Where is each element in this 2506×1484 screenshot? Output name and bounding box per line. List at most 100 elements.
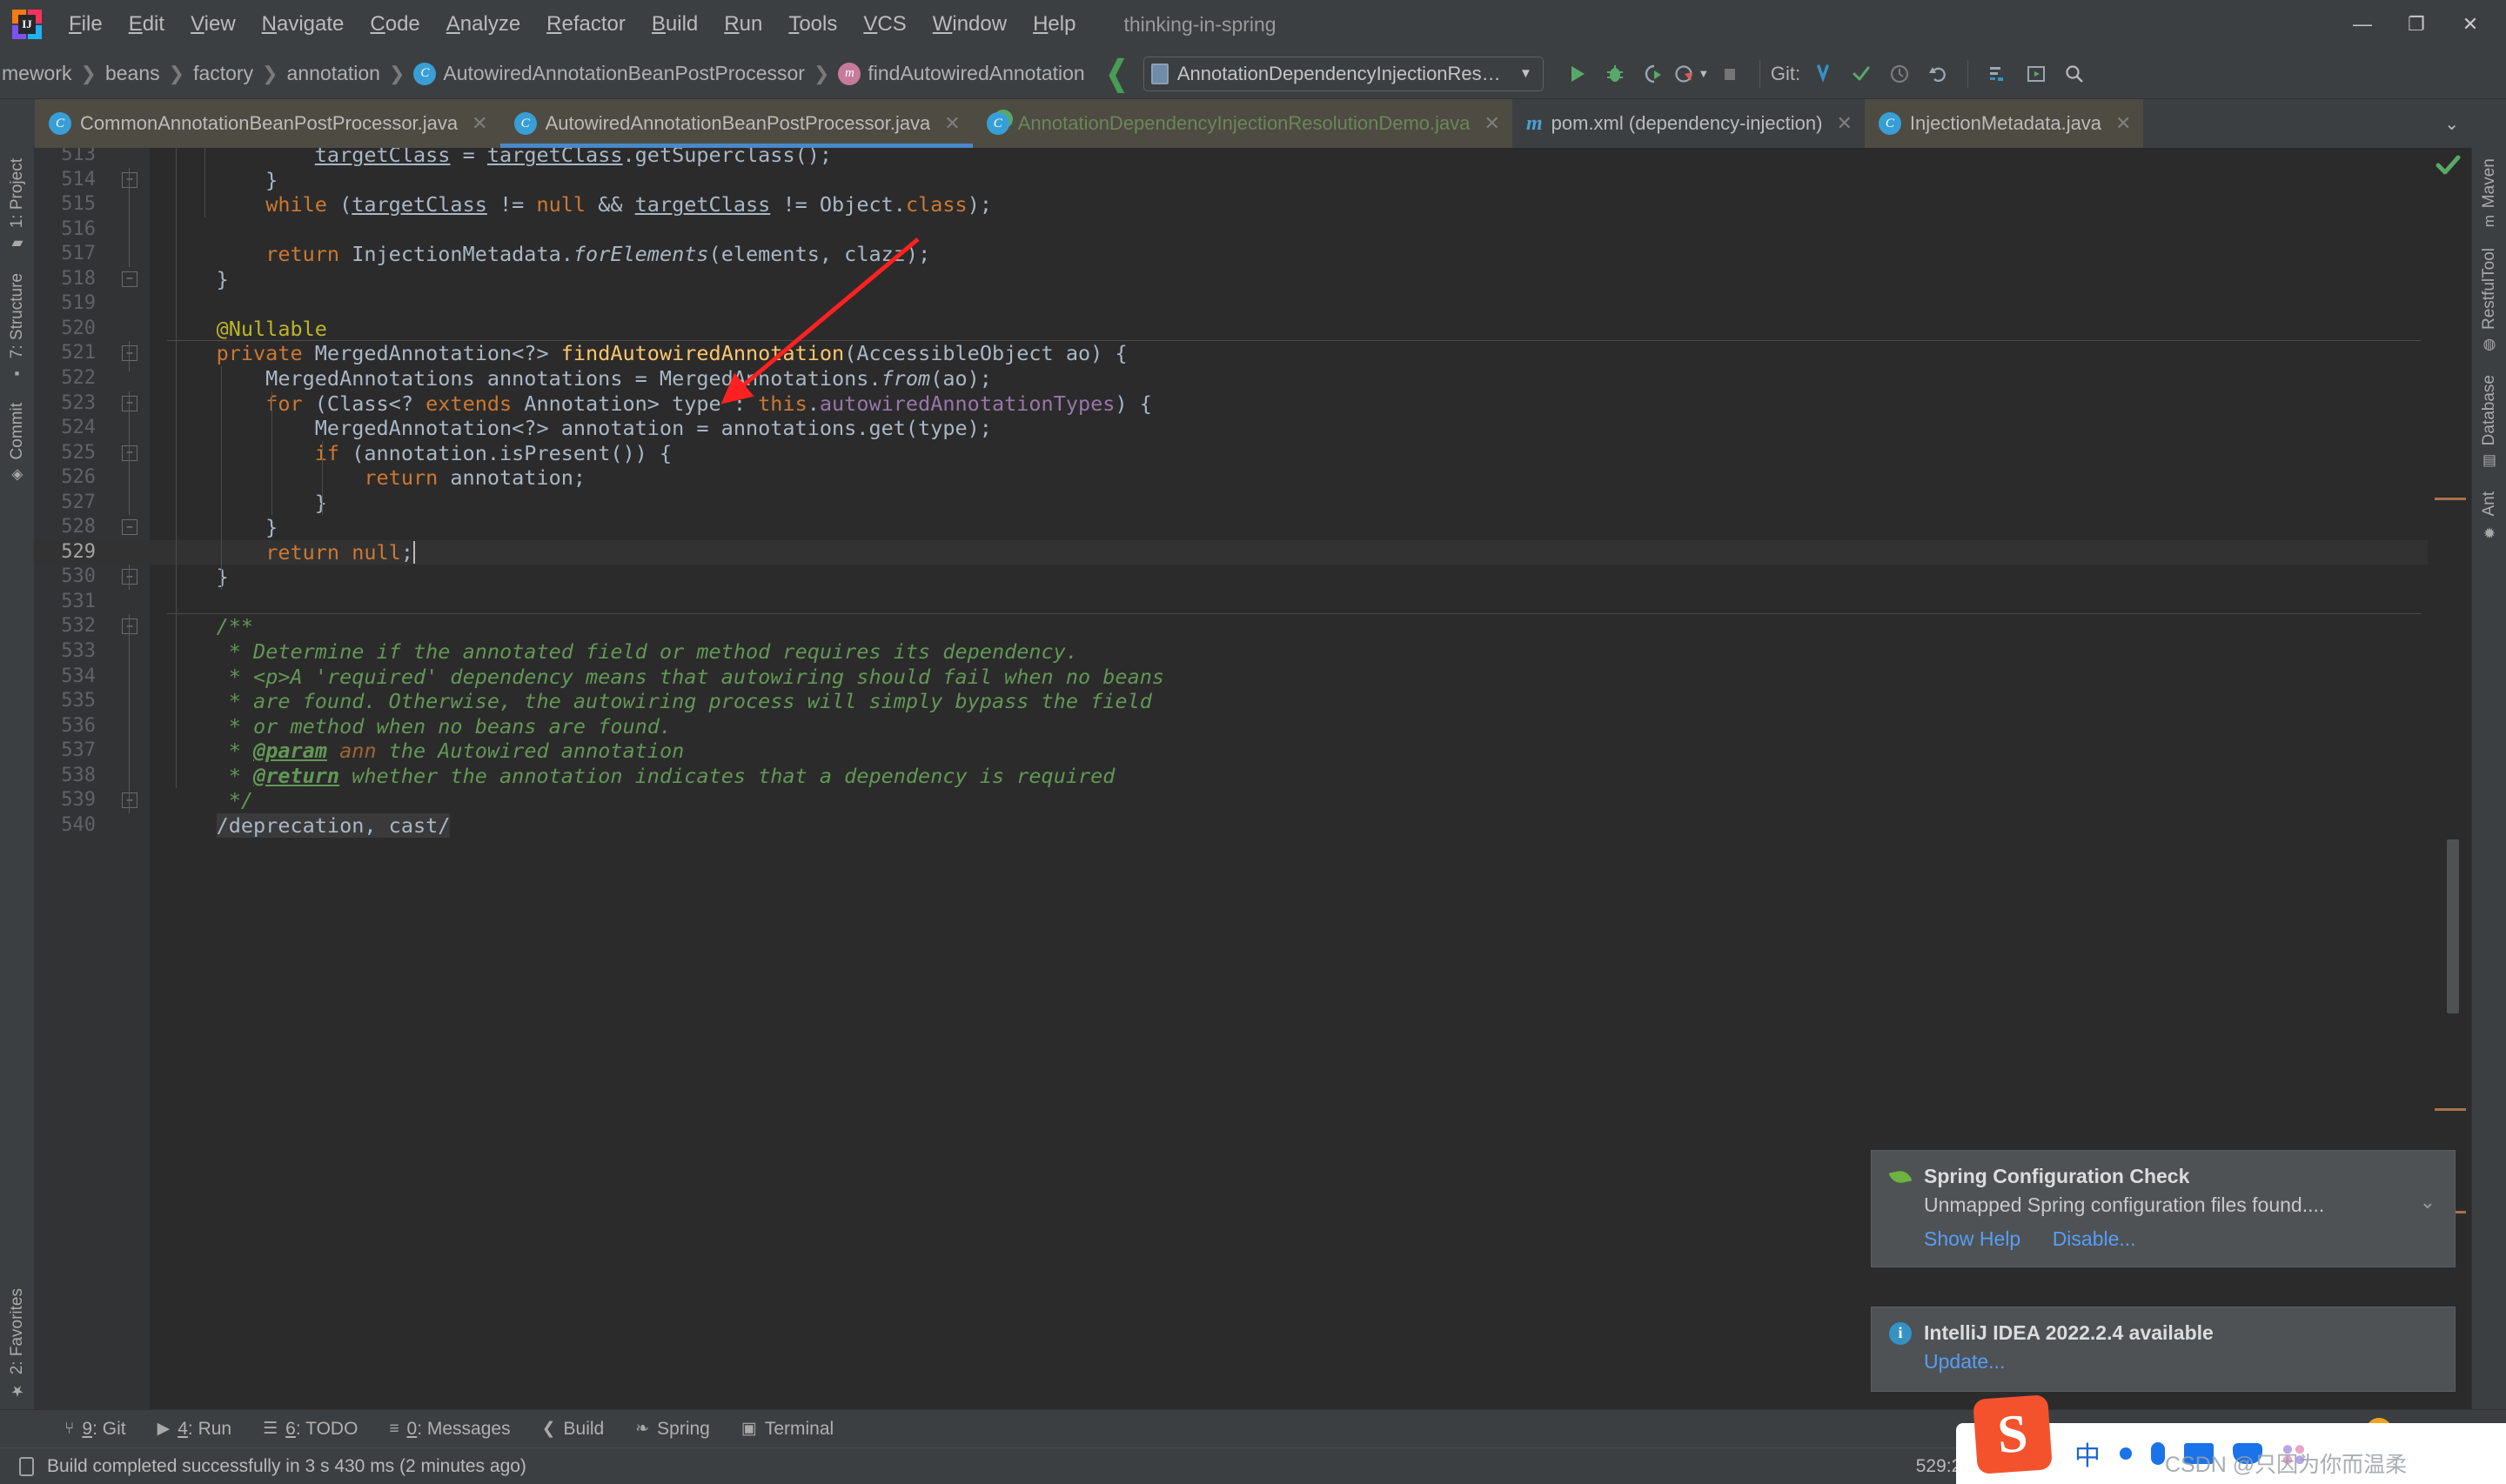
editor-tab-0[interactable]: CCommonAnnotationBeanPostProcessor.java✕ — [35, 99, 500, 148]
menu-item-run[interactable]: Run — [711, 9, 775, 40]
line-number[interactable]: 533 — [61, 639, 96, 665]
close-button[interactable]: ✕ — [2443, 0, 2497, 49]
code-fold-toggle[interactable]: − — [122, 345, 137, 361]
run-button[interactable] — [1558, 55, 1596, 93]
menu-item-edit[interactable]: Edit — [116, 9, 178, 40]
line-number[interactable]: 540 — [61, 813, 96, 839]
code-line-527[interactable]: } — [150, 491, 2428, 516]
code-line-539[interactable]: */ — [150, 788, 2428, 813]
line-number[interactable]: 531 — [61, 590, 96, 615]
line-number[interactable]: 519 — [61, 291, 96, 317]
code-fold-toggle[interactable]: − — [122, 445, 137, 461]
code-line-521[interactable]: private MergedAnnotation<?> findAutowire… — [150, 341, 2428, 366]
code-line-526[interactable]: return annotation; — [150, 465, 2428, 491]
code-fold-toggle[interactable]: − — [122, 569, 137, 585]
line-number[interactable]: 527 — [61, 491, 96, 516]
code-line-532[interactable]: /** — [150, 614, 2428, 639]
code-editor[interactable]: 513514−515516517518−519520521−522523−524… — [35, 148, 2471, 1409]
line-number[interactable]: 526 — [61, 465, 96, 491]
code-line-528[interactable]: } — [150, 515, 2428, 540]
code-line-530[interactable]: } — [150, 565, 2428, 590]
sidebar-item-7-structure[interactable]: ▪7: Structure — [8, 263, 27, 392]
menu-item-window[interactable]: Window — [920, 9, 1020, 40]
menu-item-navigate[interactable]: Navigate — [249, 9, 358, 40]
build-project-icon[interactable]: ❮ — [1106, 54, 1128, 94]
warning-marker[interactable] — [2435, 498, 2466, 500]
line-number[interactable]: 514 — [61, 168, 96, 193]
tool-window-build[interactable]: ❮Build — [526, 1415, 620, 1443]
line-number[interactable]: 515 — [61, 192, 96, 217]
code-line-537[interactable]: * @param ann the Autowired annotation — [150, 739, 2428, 764]
profiler-button[interactable]: ▼ — [1672, 55, 1711, 93]
line-number[interactable]: 535 — [61, 689, 96, 714]
tab-close-icon[interactable]: ✕ — [939, 112, 960, 135]
code-line-529[interactable]: return null; — [150, 540, 2428, 565]
line-number[interactable]: 517 — [61, 242, 96, 267]
rollback-icon[interactable] — [1919, 55, 1957, 93]
line-number[interactable]: 522 — [61, 366, 96, 391]
sidebar-item-maven[interactable]: mMaven — [2480, 148, 2499, 237]
code-line-518[interactable]: } — [150, 267, 2428, 292]
stop-button[interactable] — [1711, 55, 1749, 93]
debug-button[interactable] — [1596, 55, 1634, 93]
tool-window-0-messages[interactable]: ≡0: Messages — [373, 1415, 526, 1443]
breadcrumb-item-5[interactable]: mfindAutowiredAnnotation — [833, 60, 1089, 87]
tool-window-6-todo[interactable]: ☰6: TODO — [247, 1415, 373, 1443]
ime-microphone-icon[interactable] — [2151, 1442, 2165, 1465]
line-number[interactable]: 521 — [61, 341, 96, 366]
editor-tab-4[interactable]: CInjectionMetadata.java✕ — [1865, 99, 2144, 148]
line-number[interactable]: 536 — [61, 714, 96, 739]
code-line-524[interactable]: MergedAnnotation<?> annotation = annotat… — [150, 416, 2428, 441]
editor-scrollbar-thumb[interactable] — [2447, 839, 2459, 1013]
tabs-overflow-button[interactable]: ⌄ — [2432, 99, 2471, 148]
tool-window-4-run[interactable]: ▶4: Run — [142, 1415, 248, 1443]
line-number[interactable]: 528 — [61, 515, 96, 540]
menu-item-analyze[interactable]: Analyze — [433, 9, 533, 40]
minimize-button[interactable]: — — [2335, 0, 2389, 49]
code-line-531[interactable] — [150, 590, 2428, 615]
history-icon[interactable] — [1880, 55, 1919, 93]
line-number[interactable]: 524 — [61, 416, 96, 441]
notification-spring-config[interactable]: Spring Configuration Check Unmapped Spri… — [1871, 1150, 2456, 1267]
menu-item-refactor[interactable]: Refactor — [533, 9, 639, 40]
line-number[interactable]: 520 — [61, 317, 96, 342]
sidebar-item-database[interactable]: ▤Database — [2480, 364, 2499, 480]
code-fold-toggle[interactable]: − — [122, 396, 137, 411]
line-number[interactable]: 532 — [61, 614, 96, 639]
ime-toolbar[interactable]: S 中 CSDN @只因为你而温柔 — [1956, 1423, 2506, 1484]
sidebar-item-1-project[interactable]: ▰1: Project — [8, 148, 27, 263]
menu-item-file[interactable]: File — [56, 9, 116, 40]
breadcrumb-item-4[interactable]: CAutowiredAnnotationBeanPostProcessor — [408, 60, 810, 87]
line-number[interactable]: 518 — [61, 267, 96, 292]
line-number[interactable]: 538 — [61, 764, 96, 789]
code-fold-toggle[interactable]: − — [122, 618, 137, 634]
line-number[interactable]: 513 — [61, 148, 96, 168]
code-line-522[interactable]: MergedAnnotations annotations = MergedAn… — [150, 366, 2428, 391]
line-number[interactable]: 537 — [61, 739, 96, 764]
tool-window-spring[interactable]: ❧Spring — [620, 1415, 726, 1443]
code-line-517[interactable]: return InjectionMetadata.forElements(ele… — [150, 242, 2428, 267]
code-line-533[interactable]: * Determine if the annotated field or me… — [150, 639, 2428, 665]
notification-idea-update[interactable]: i IntelliJ IDEA 2022.2.4 available Updat… — [1871, 1307, 2456, 1392]
code-fold-toggle[interactable]: − — [122, 172, 137, 188]
terminal-toggle-icon[interactable] — [2017, 55, 2055, 93]
code-line-534[interactable]: * <p>A 'required' dependency means that … — [150, 665, 2428, 690]
tab-close-icon[interactable]: ✕ — [2110, 112, 2131, 135]
update-project-icon[interactable] — [1804, 55, 1842, 93]
tool-window-9-git[interactable]: ⑂9: Git — [49, 1415, 142, 1443]
code-line-535[interactable]: * are found. Otherwise, the autowiring p… — [150, 689, 2428, 714]
line-number[interactable]: 539 — [61, 788, 96, 813]
code-line-515[interactable]: while (targetClass != null && targetClas… — [150, 192, 2428, 217]
tab-close-icon[interactable]: ✕ — [466, 112, 487, 135]
tab-close-icon[interactable]: ✕ — [1831, 112, 1852, 135]
breadcrumb-item-1[interactable]: beans — [100, 60, 165, 87]
search-icon[interactable] — [2055, 55, 2094, 93]
code-line-520[interactable]: @Nullable — [150, 317, 2428, 342]
editor-gutter[interactable]: 513514−515516517518−519520521−522523−524… — [35, 148, 150, 1409]
code-line-519[interactable] — [150, 291, 2428, 317]
code-fold-toggle[interactable]: − — [122, 271, 137, 287]
code-line-536[interactable]: * or method when no beans are found. — [150, 714, 2428, 739]
breadcrumb-item-2[interactable]: factory — [188, 60, 258, 87]
code-line-540[interactable]: /deprecation, cast/ — [150, 813, 2428, 839]
line-number[interactable]: 530 — [61, 565, 96, 590]
